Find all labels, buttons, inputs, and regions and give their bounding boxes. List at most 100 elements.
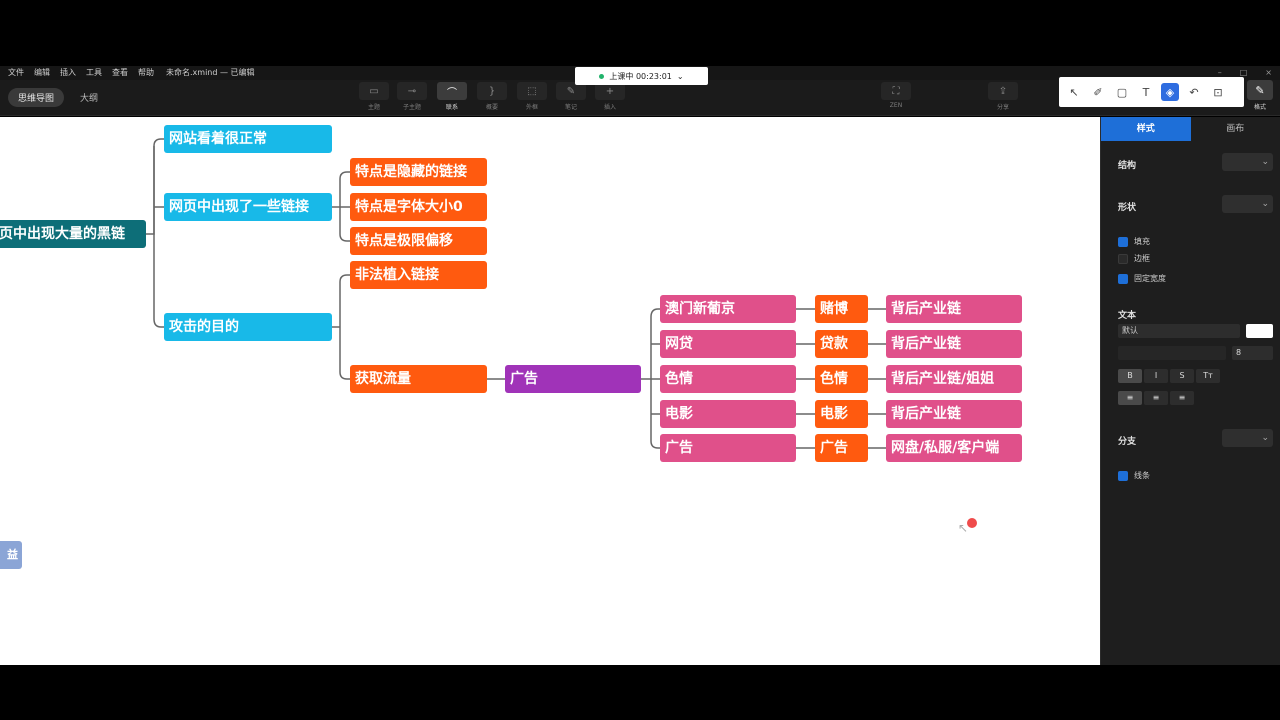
zen-label: ZEN: [889, 102, 903, 109]
menu-insert[interactable]: 插入: [60, 66, 76, 80]
branch-label: 分支: [1118, 437, 1137, 447]
topic-tool-label: 主题: [367, 104, 380, 111]
relationship-tool[interactable]: ⌒ 联系: [435, 82, 469, 112]
topic-row-a[interactable]: 网贷: [660, 330, 796, 358]
fullscreen-icon: ⛶: [881, 82, 911, 100]
format-label: 格式: [1253, 104, 1266, 111]
subtopic-icon: ⊸: [397, 82, 427, 100]
topic-row-b[interactable]: 色情: [815, 365, 868, 393]
annotation-toolbar: ↖ ✐ ▢ T ◈ ↶ ⊡: [1059, 77, 1244, 107]
topic-row-a[interactable]: 澳门新葡京: [660, 295, 796, 323]
topic-row-c[interactable]: 网盘/私服/客户端: [886, 434, 1022, 462]
note-tool[interactable]: ✎ 笔记: [554, 82, 588, 112]
topic-row-a[interactable]: 色情: [660, 365, 796, 393]
undo-icon[interactable]: ↶: [1185, 83, 1203, 101]
topic-row-c[interactable]: 背后产业链: [886, 400, 1022, 428]
tab-mindmap[interactable]: 思维导图: [8, 88, 65, 107]
menu: 文件 编辑 插入 工具 查看 帮助 未命名.xmind — 已编辑: [8, 66, 255, 80]
tab-outline[interactable]: 大纲: [70, 88, 108, 107]
insert-tool[interactable]: + 插入: [593, 82, 627, 112]
recording-dot-icon: [599, 73, 605, 79]
structure-label: 结构: [1118, 161, 1137, 171]
topic-row-b[interactable]: 贷款: [815, 330, 868, 358]
font-family-value: 默认: [1122, 326, 1138, 335]
text-style-buttons: B I S Tт: [1118, 369, 1220, 383]
fill-checkbox[interactable]: 填充: [1118, 236, 1150, 247]
bold-button[interactable]: B: [1118, 369, 1142, 383]
topic-row-c[interactable]: 背后产业链: [886, 295, 1022, 323]
topic-site-looks-normal[interactable]: 网站看着很正常: [164, 125, 332, 153]
menu-edit[interactable]: 编辑: [34, 66, 50, 80]
share-button[interactable]: ⇪ 分享: [986, 82, 1020, 112]
text-case-button[interactable]: Tт: [1196, 369, 1220, 383]
line-checkbox[interactable]: 线条: [1118, 470, 1150, 481]
topic-illegal-links[interactable]: 非法植入链接: [350, 261, 487, 289]
tab-canvas[interactable]: 画布: [1191, 117, 1280, 141]
menu-file[interactable]: 文件: [8, 66, 24, 80]
root-topic[interactable]: 页中出现大量的黑链: [0, 220, 146, 248]
topic-row-b[interactable]: 电影: [815, 400, 868, 428]
close-icon[interactable]: ×: [1265, 66, 1272, 80]
zen-button[interactable]: ⛶ ZEN: [879, 82, 913, 112]
boundary-icon: ⬚: [517, 82, 547, 100]
eraser-icon[interactable]: ◈: [1161, 83, 1179, 101]
topic-row-a[interactable]: 广告: [660, 434, 796, 462]
brush-icon: ✎: [1247, 80, 1273, 100]
branch-select[interactable]: ⌄: [1222, 429, 1273, 447]
relationship-tool-label: 联系: [445, 104, 458, 111]
text-color-swatch[interactable]: [1246, 324, 1273, 338]
recording-timer: 上课中 00:23:01: [609, 71, 672, 81]
topic-extreme-offset[interactable]: 特点是极限偏移: [350, 227, 487, 255]
strikethrough-button[interactable]: S: [1170, 369, 1194, 383]
chevron-down-icon: ⌄: [676, 71, 684, 81]
pointer-icon[interactable]: ↖: [1065, 83, 1083, 101]
clear-icon[interactable]: ⊡: [1209, 83, 1227, 101]
align-left-button[interactable]: ≡: [1118, 391, 1142, 405]
format-button[interactable]: ✎ 格式: [1244, 80, 1276, 114]
summary-tool[interactable]: } 概要: [475, 82, 509, 112]
align-center-button[interactable]: ≡: [1144, 391, 1168, 405]
boundary-tool[interactable]: ⬚ 外框: [515, 82, 549, 112]
fixed-width-checkbox[interactable]: 固定宽度: [1118, 273, 1166, 284]
border-checkbox[interactable]: 边框: [1118, 253, 1150, 264]
topic-attack-purpose[interactable]: 攻击的目的: [164, 313, 332, 341]
menu-view[interactable]: 查看: [112, 66, 128, 80]
partial-topic[interactable]: 益: [0, 541, 22, 569]
document-title: 未命名.xmind — 已编辑: [166, 68, 255, 77]
xmind-window: 文件 编辑 插入 工具 查看 帮助 未命名.xmind — 已编辑 – □ × …: [0, 0, 1280, 720]
boundary-tool-label: 外框: [525, 104, 538, 111]
topic-get-traffic[interactable]: 获取流量: [350, 365, 487, 393]
note-tool-label: 笔记: [564, 104, 577, 111]
text-icon[interactable]: T: [1137, 83, 1155, 101]
share-label: 分享: [996, 104, 1009, 111]
summary-icon: }: [477, 82, 507, 100]
topic-row-c[interactable]: 背后产业链: [886, 330, 1022, 358]
topic-row-a[interactable]: 电影: [660, 400, 796, 428]
summary-tool-label: 概要: [485, 104, 498, 111]
topic-links-appear[interactable]: 网页中出现了一些链接: [164, 193, 332, 221]
mindmap-canvas[interactable]: 页中出现大量的黑链 网站看着很正常 网页中出现了一些链接 攻击的目的 特点是隐藏…: [0, 117, 1100, 665]
font-weight-select[interactable]: [1118, 346, 1226, 360]
topic-hidden-links[interactable]: 特点是隐藏的链接: [350, 158, 487, 186]
relationship-icon: ⌒: [437, 82, 467, 100]
recording-status[interactable]: 上课中 00:23:01 ⌄: [575, 67, 708, 85]
pen-icon[interactable]: ✐: [1089, 83, 1107, 101]
menu-tools[interactable]: 工具: [86, 66, 102, 80]
subtopic-tool[interactable]: ⊸ 子主题: [395, 82, 429, 112]
italic-button[interactable]: I: [1144, 369, 1168, 383]
topic-tool[interactable]: ▭ 主题: [357, 82, 391, 112]
font-size-value: 8: [1236, 348, 1242, 357]
menu-help[interactable]: 帮助: [138, 66, 154, 80]
topic-row-b[interactable]: 赌博: [815, 295, 868, 323]
font-size-select[interactable]: 8: [1232, 346, 1273, 360]
topic-ad[interactable]: 广告: [505, 365, 641, 393]
topic-row-c[interactable]: 背后产业链/姐姐: [886, 365, 1022, 393]
rectangle-icon[interactable]: ▢: [1113, 83, 1131, 101]
shape-select[interactable]: ⌄: [1222, 195, 1273, 213]
structure-select[interactable]: ⌄: [1222, 153, 1273, 171]
tab-style[interactable]: 样式: [1101, 117, 1191, 141]
align-right-button[interactable]: ≡: [1170, 391, 1194, 405]
topic-row-b[interactable]: 广告: [815, 434, 868, 462]
topic-font-size-zero[interactable]: 特点是字体大小0: [350, 193, 487, 221]
font-family-select[interactable]: 默认: [1118, 324, 1240, 338]
